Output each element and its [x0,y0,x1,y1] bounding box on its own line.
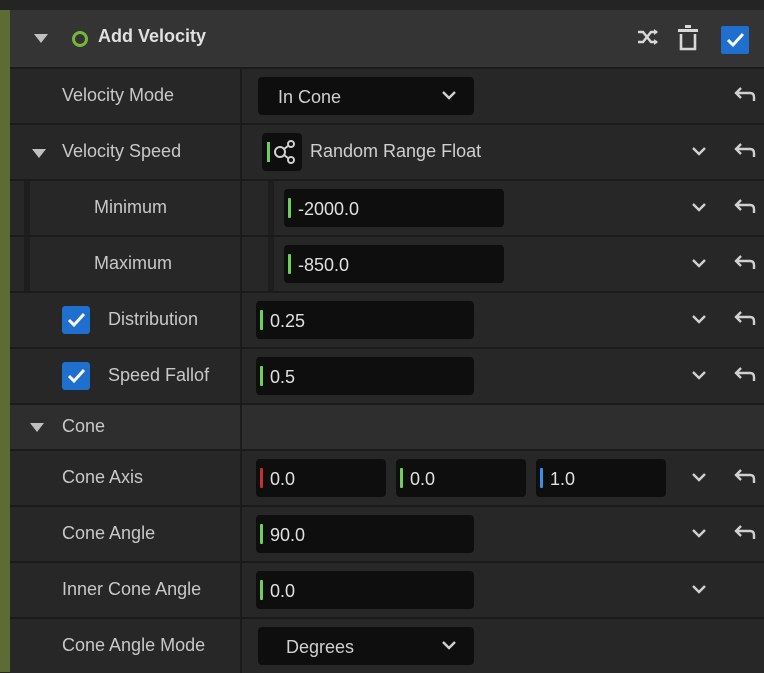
chevron-down-icon[interactable] [690,145,708,157]
distribution-input[interactable]: 0.25 [256,301,474,339]
triangle-down-icon[interactable] [34,34,48,43]
module-header[interactable]: Add Velocity [10,10,764,67]
chevron-down-icon[interactable] [690,313,708,325]
checkmark-icon [67,312,86,328]
speed-falloff-label: Speed Fallof [108,365,210,385]
triangle-down-icon[interactable] [32,149,46,158]
speed-falloff-checkbox[interactable] [62,362,90,390]
cone-axis-z-input[interactable]: 1.0 [536,459,666,497]
velocity-mode-label: Velocity Mode [62,85,175,105]
row-velocity-mode: Velocity Mode In Cone [10,67,764,123]
row-distribution: Distribution 0.25 [10,291,764,347]
chevron-down-icon [442,91,456,100]
row-inner-cone-angle: Inner Cone Angle 0.0 [10,561,764,617]
chevron-down-icon [442,641,456,650]
cone-axis-y-value: 0.0 [410,469,436,489]
shuffle-icon[interactable] [636,25,660,49]
inner-cone-angle-label: Inner Cone Angle [62,579,202,599]
maximum-input[interactable]: -850.0 [284,245,504,283]
cone-angle-label: Cone Angle [62,523,156,543]
velocity-speed-value[interactable]: Random Range Float [310,141,481,162]
chevron-down-icon[interactable] [690,471,708,483]
inner-cone-angle-value: 0.0 [270,581,296,601]
module-accent-bar [0,10,10,672]
row-cone-axis: Cone Axis 0.0 0.0 1.0 [10,449,764,505]
add-velocity-panel: Add Velocity Velocity Mode In Cone Veloc… [10,10,764,673]
maximum-label: Maximum [94,253,173,273]
editor-frame: Add Velocity Velocity Mode In Cone Veloc… [0,0,764,673]
reset-arrow-icon[interactable] [734,253,756,273]
cone-group-label: Cone [62,416,106,436]
reset-arrow-icon[interactable] [734,523,756,543]
triangle-down-icon[interactable] [30,423,44,432]
reset-arrow-icon[interactable] [734,467,756,487]
speed-falloff-value: 0.5 [270,367,296,387]
cone-angle-value: 90.0 [270,525,306,545]
distribution-checkbox[interactable] [62,306,90,334]
cone-axis-y-input[interactable]: 0.0 [396,459,526,497]
cone-angle-mode-dropdown[interactable]: Degrees [258,627,474,665]
row-velocity-speed: Velocity Speed Random Range Float [10,123,764,179]
chevron-down-icon[interactable] [690,583,708,595]
trash-icon[interactable] [676,23,700,51]
cone-axis-x-value: 0.0 [270,469,296,489]
distribution-label: Distribution [108,309,199,329]
minimum-label: Minimum [94,197,168,217]
row-cone-group[interactable]: Cone [10,403,764,449]
inner-cone-angle-input[interactable]: 0.0 [256,571,474,609]
reset-arrow-icon[interactable] [734,309,756,329]
row-cone-angle: Cone Angle 90.0 [10,505,764,561]
ring-icon [72,31,88,47]
cone-angle-input[interactable]: 90.0 [256,515,474,553]
module-title: Add Velocity [98,26,207,46]
enable-checkbox[interactable] [721,26,749,54]
velocity-mode-value: In Cone [278,87,342,107]
checkmark-icon [726,32,745,48]
reset-arrow-icon[interactable] [734,85,756,105]
velocity-mode-dropdown[interactable]: In Cone [258,77,474,115]
minimum-input[interactable]: -2000.0 [284,189,504,227]
checkmark-icon [67,368,86,384]
row-maximum: Maximum -850.0 [10,235,764,291]
cone-angle-mode-label: Cone Angle Mode [62,635,206,655]
cone-axis-x-input[interactable]: 0.0 [256,459,386,497]
speed-falloff-input[interactable]: 0.5 [256,357,474,395]
velocity-speed-label: Velocity Speed [62,141,182,161]
chevron-down-icon[interactable] [690,257,708,269]
cone-axis-label: Cone Axis [62,467,144,487]
cone-angle-mode-value: Degrees [286,637,355,657]
reset-arrow-icon[interactable] [734,141,756,161]
node-graph-icon[interactable] [262,133,302,171]
cone-axis-z-value: 1.0 [550,469,576,489]
maximum-value: -850.0 [298,255,350,275]
reset-arrow-icon[interactable] [734,197,756,217]
row-minimum: Minimum -2000.0 [10,179,764,235]
minimum-value: -2000.0 [298,199,360,219]
chevron-down-icon[interactable] [690,201,708,213]
row-cone-angle-mode: Cone Angle Mode Degrees [10,617,764,673]
chevron-down-icon[interactable] [690,527,708,539]
distribution-value: 0.25 [270,311,306,331]
row-speed-falloff: Speed Fallof 0.5 [10,347,764,403]
chevron-down-icon[interactable] [690,369,708,381]
reset-arrow-icon[interactable] [734,365,756,385]
